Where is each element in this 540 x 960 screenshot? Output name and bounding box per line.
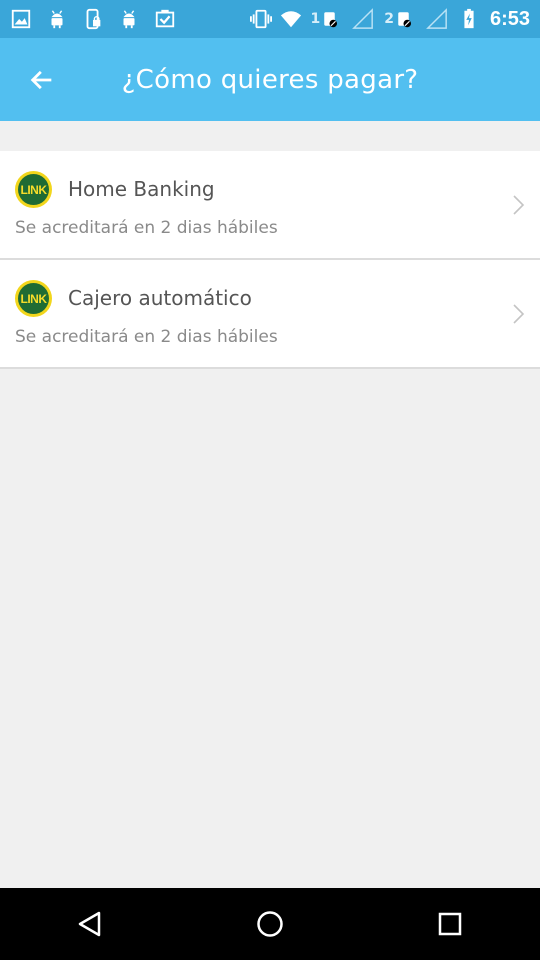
sim2-label: 2 [384, 11, 394, 27]
option-title: Cajero automático [68, 286, 252, 310]
status-time: 6:53 [489, 7, 530, 30]
main-content: LINK Home Banking Se acreditará en 2 dia… [0, 121, 540, 888]
clipboard-check-icon [154, 8, 176, 30]
option-subtitle: Se acreditará en 2 dias hábiles [15, 218, 278, 238]
option-title: Home Banking [68, 177, 215, 201]
link-logo-icon: LINK [15, 171, 52, 208]
vibrate-icon [250, 8, 273, 30]
link-logo-icon: LINK [15, 280, 52, 317]
system-nav-bar [0, 888, 540, 960]
sim1-label: 1 [310, 11, 321, 27]
arrow-left-icon [30, 70, 52, 89]
payment-option-home-banking[interactable]: LINK Home Banking Se acreditará en 2 dia… [0, 151, 540, 260]
link-logo-text: LINK [18, 174, 49, 205]
chevron-right-icon [512, 194, 526, 216]
sim2-signal-icon: 2 [384, 8, 450, 30]
wifi-icon [280, 8, 302, 30]
nav-recents-button[interactable] [410, 888, 490, 960]
status-system: 1 2 6:53 [250, 8, 530, 31]
image-icon [10, 8, 32, 30]
status-notifications [10, 8, 176, 30]
status-bar: 1 2 6:53 [0, 0, 540, 38]
battery-charging-icon [458, 8, 480, 30]
nav-back-button[interactable] [50, 888, 130, 960]
android-icon [46, 8, 68, 30]
android-icon [118, 8, 140, 30]
option-subtitle: Se acreditará en 2 dias hábiles [15, 327, 278, 347]
payment-option-cajero[interactable]: LINK Cajero automático Se acreditará en … [0, 260, 540, 369]
home-circle-icon [257, 911, 283, 937]
chevron-right-icon [512, 303, 526, 325]
phone-lock-icon [82, 8, 104, 30]
link-logo-text: LINK [18, 283, 49, 314]
nav-home-button[interactable] [230, 888, 310, 960]
app-toolbar: ¿Cómo quieres pagar? [0, 38, 540, 121]
sim1-signal-icon: 1 [310, 8, 376, 30]
back-triangle-icon [78, 911, 101, 937]
back-button[interactable] [0, 38, 84, 121]
payment-options-list: LINK Home Banking Se acreditará en 2 dia… [0, 151, 540, 369]
recents-square-icon [438, 912, 462, 936]
